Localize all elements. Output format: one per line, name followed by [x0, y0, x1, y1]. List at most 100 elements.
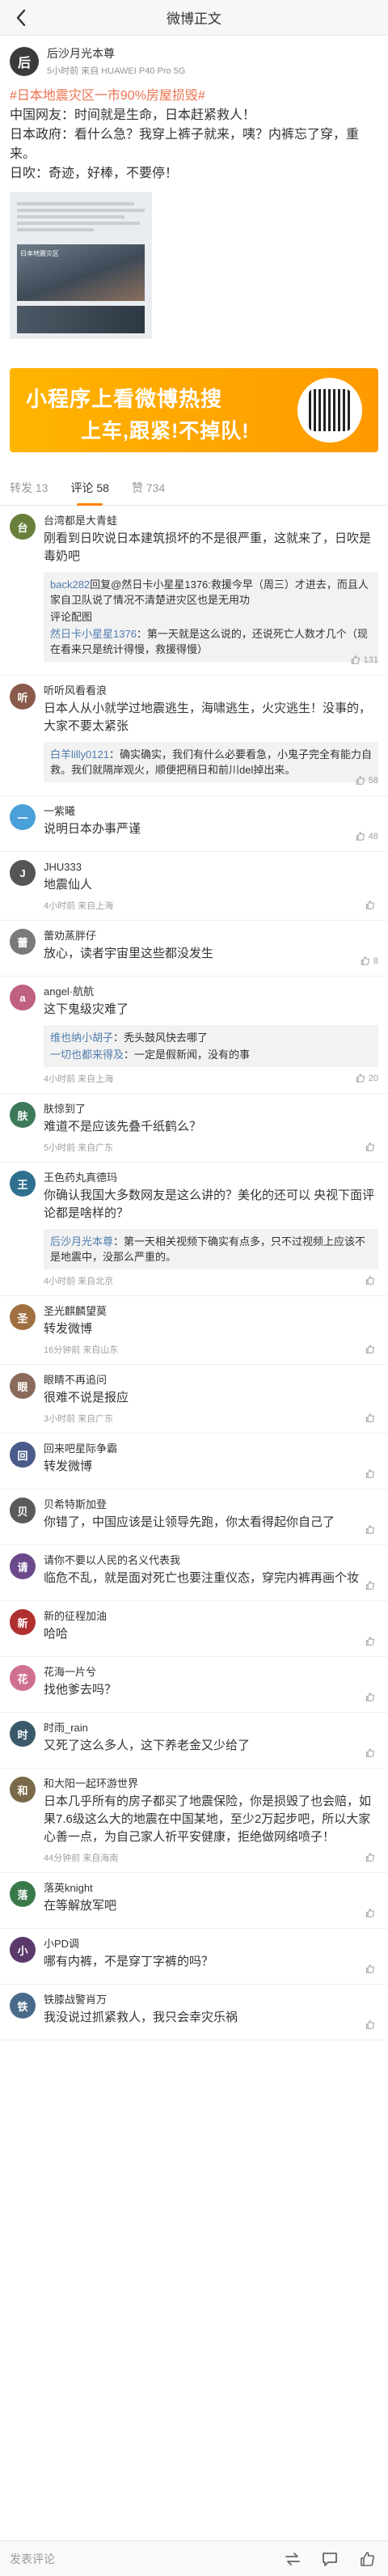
comment-author[interactable]: 时雨_rain — [44, 1721, 378, 1735]
comment-like-button[interactable] — [365, 1852, 378, 1862]
avatar[interactable]: 花 — [10, 1665, 36, 1691]
comment-like-button[interactable]: 20 — [355, 1073, 378, 1083]
avatar[interactable]: 王 — [10, 1171, 36, 1197]
reply-author[interactable]: back282 — [50, 578, 90, 591]
comment-like-button[interactable] — [365, 1344, 378, 1354]
comment-author[interactable]: 眼睛不再追问 — [44, 1373, 378, 1388]
comment-like-button[interactable] — [365, 1580, 378, 1591]
comment-author[interactable]: 一紫曦 — [44, 804, 378, 819]
comment-author[interactable]: 落英knight — [44, 1881, 378, 1896]
comment-like-button[interactable] — [365, 1692, 378, 1702]
post-image[interactable]: 日本地震灾区 — [10, 192, 152, 339]
comment-item[interactable]: 小小PD调 哪有内裤，不是穿丁字裤的吗？ — [0, 1929, 388, 1985]
comment-item[interactable]: 蕾蕾劝蒸胖仔 放心，读者宇宙里这些都没发生 8 — [0, 921, 388, 977]
back-arrow-icon[interactable] — [10, 6, 32, 29]
comment-author[interactable]: 肤惊到了 — [44, 1102, 378, 1116]
avatar[interactable]: 肤 — [10, 1102, 36, 1128]
avatar[interactable]: 贝 — [10, 1498, 36, 1523]
comment-icon[interactable] — [318, 2548, 341, 2570]
comment-like-button[interactable] — [365, 1413, 378, 1423]
comment-item[interactable]: 眼眼睛不再追问 很难不说是报应 3小时前 来自广东 — [0, 1365, 388, 1434]
avatar[interactable]: 落 — [10, 1881, 36, 1907]
comment-item[interactable]: 王王色药丸真德玛 你确认我国大多数网友是这么讲的？美化的还可以 央视下面评论都是啥… — [0, 1163, 388, 1296]
comment-author[interactable]: 回来吧星际争霸 — [44, 1442, 378, 1456]
reply-box[interactable]: 后沙月光本尊：第一天相关视频下确实有点多，只不过视频上应该不是地震中，没那么严重… — [44, 1229, 378, 1269]
comment-like-button[interactable] — [365, 1964, 378, 1974]
repost-icon[interactable] — [281, 2548, 304, 2570]
comment-author[interactable]: JHU333 — [44, 860, 378, 875]
comment-item[interactable]: 贝贝希特斯加登 你错了，中国应该是让领导先跑，你太看得起你自己了 — [0, 1489, 388, 1545]
comment-item[interactable]: J JHU333 地震仙人 4小时前 来自上海 — [0, 852, 388, 921]
comment-author[interactable]: 圣光麒麟望莫 — [44, 1304, 378, 1319]
comment-like-button[interactable]: 48 — [355, 831, 378, 841]
comment-like-button[interactable] — [365, 2019, 378, 2030]
comment-like-button[interactable] — [365, 1908, 378, 1918]
avatar[interactable]: a — [10, 985, 36, 1010]
reply-author[interactable]: 后沙月光本尊 — [50, 1235, 113, 1248]
comment-item[interactable]: 肤肤惊到了 难道不是应该先叠千纸鹤么？ 5小时前 来自广东 — [0, 1094, 388, 1163]
comment-like-button[interactable] — [365, 1524, 378, 1535]
comment-author[interactable]: 小PD调 — [44, 1937, 378, 1951]
avatar[interactable]: 蕾 — [10, 929, 36, 955]
comment-item[interactable]: 花花海一片兮 找他爹去吗？ — [0, 1657, 388, 1713]
avatar[interactable]: 圣 — [10, 1304, 36, 1330]
reply-author[interactable]: 一切也都来得及 — [50, 1049, 124, 1061]
comment-author[interactable]: 贝希特斯加登 — [44, 1498, 378, 1512]
avatar[interactable]: 听 — [10, 684, 36, 710]
comment-author[interactable]: 台湾都是大青蛙 — [44, 514, 378, 528]
like-icon[interactable] — [356, 2548, 378, 2570]
comment-like-button[interactable]: 8 — [360, 955, 378, 966]
post-author[interactable]: 后沙月光本尊 — [47, 45, 185, 61]
tab-likes[interactable]: 赞 734 — [132, 470, 165, 506]
comment-item[interactable]: 和和大阳一起环游世界 日本几乎所有的房子都买了地震保险，你是损毁了也会赔，如果7.… — [0, 1769, 388, 1873]
reply-author[interactable]: 然日卡小星星1376 — [50, 628, 137, 640]
hashtag-link[interactable]: #日本地震灾区一市90%房屋损毁# — [10, 89, 205, 103]
comment-like-button[interactable] — [365, 1748, 378, 1758]
comment-item[interactable]: 新新的征程加油 哈哈 — [0, 1601, 388, 1657]
comment-item[interactable]: 请请你不要以人民的名义代表我 临危不乱，就是面对死亡也要注重仪态，穿完内裤再画个妆 — [0, 1545, 388, 1601]
comment-author[interactable]: 蕾劝蒸胖仔 — [44, 929, 378, 943]
avatar[interactable]: 眼 — [10, 1373, 36, 1399]
comment-input[interactable]: 发表评论 — [10, 2551, 267, 2567]
comment-item[interactable]: a angel·航航 这下鬼级灾难了 维也纳小胡子：秃头鼓风快去哪了 一切也都来得及：一… — [0, 977, 388, 1094]
reply-box[interactable]: back282回复@然日卡小星星1376:救援今早（周三）才进去，而且人家自卫队… — [44, 572, 378, 662]
miniprogram-banner[interactable]: 小程序上看微博热搜 上车,跟紧!不掉队! — [10, 368, 378, 452]
comment-item[interactable]: 落落英knight 在等解放军吧 — [0, 1873, 388, 1929]
reply-box[interactable]: 维也纳小胡子：秃头鼓风快去哪了 一切也都来得及：一定是假新闻，没有的事 — [44, 1025, 378, 1067]
comment-like-button[interactable] — [365, 1275, 378, 1286]
reply-author[interactable]: 维也纳小胡子 — [50, 1032, 113, 1044]
comment-item[interactable]: 圣圣光麒麟望莫 转发微博 16分钟前 来自山东 — [0, 1296, 388, 1365]
comment-author[interactable]: 花海一片兮 — [44, 1665, 378, 1680]
comment-item[interactable]: 回回来吧星际争霸 转发微博 — [0, 1434, 388, 1489]
comment-like-button[interactable]: 58 — [355, 775, 378, 786]
avatar[interactable]: 台 — [10, 514, 36, 540]
avatar[interactable]: 回 — [10, 1442, 36, 1468]
avatar[interactable]: J — [10, 860, 36, 886]
avatar[interactable]: 新 — [10, 1609, 36, 1635]
comment-item[interactable]: 铁铁膝战警肖万 我没说过抓紧救人，我只会幸灾乐祸 — [0, 1985, 388, 2040]
comment-author[interactable]: 和大阳一起环游世界 — [44, 1777, 378, 1791]
avatar[interactable]: 一 — [10, 804, 36, 830]
comment-like-button[interactable]: 131 — [350, 655, 378, 665]
comment-author[interactable]: angel·航航 — [44, 985, 378, 999]
comment-author[interactable]: 王色药丸真德玛 — [44, 1171, 378, 1185]
tab-comments[interactable]: 评论 58 — [70, 470, 109, 506]
avatar[interactable]: 请 — [10, 1553, 36, 1579]
comment-like-button[interactable] — [365, 1636, 378, 1646]
comment-author[interactable]: 请你不要以人民的名义代表我 — [44, 1553, 378, 1568]
avatar[interactable]: 铁 — [10, 1993, 36, 2019]
comment-author[interactable]: 铁膝战警肖万 — [44, 1993, 378, 2007]
comment-item[interactable]: 台台湾都是大青蛙 刚看到日吹说日本建筑损坏的不是很严重，这就来了，日吹是毒奶吧 ba… — [0, 506, 388, 676]
avatar[interactable]: 小 — [10, 1937, 36, 1963]
tab-reposts[interactable]: 转发 13 — [10, 470, 48, 506]
comment-item[interactable]: 听听听风看看浪 日本人从小就学过地震逃生，海啸逃生，火灾逃生！没事的，大家不要太紧… — [0, 676, 388, 796]
comment-like-button[interactable] — [365, 900, 378, 910]
reply-author[interactable]: 白羊lilly0121 — [50, 748, 109, 761]
comment-like-button[interactable] — [365, 1142, 378, 1152]
avatar[interactable]: 和 — [10, 1777, 36, 1803]
comment-item[interactable]: 时时雨_rain 又死了这么多人，这下养老金又少给了 — [0, 1713, 388, 1769]
comment-like-button[interactable] — [365, 1468, 378, 1479]
avatar[interactable]: 时 — [10, 1721, 36, 1747]
comment-author[interactable]: 新的征程加油 — [44, 1609, 378, 1624]
comment-author[interactable]: 听听风看看浪 — [44, 684, 378, 698]
